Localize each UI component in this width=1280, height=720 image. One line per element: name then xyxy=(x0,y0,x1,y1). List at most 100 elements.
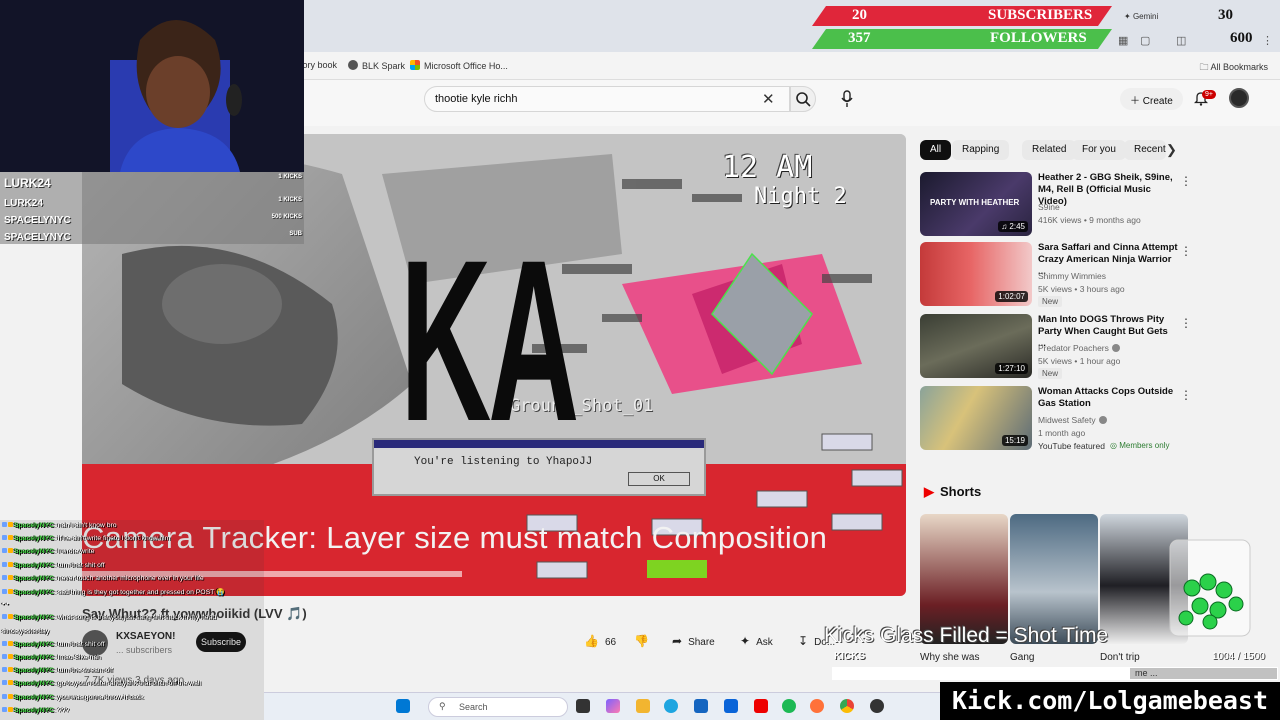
account-avatar[interactable] xyxy=(1229,88,1249,108)
chat-text: : ??? xyxy=(54,706,70,714)
video-time-overlay: 12 AM xyxy=(722,150,813,185)
video-thumbnail[interactable]: 15:19 xyxy=(920,386,1032,450)
kicks-goal-title: Kicks Glass Filled = Shot Time xyxy=(824,624,1109,647)
chat-badge-icon xyxy=(2,589,7,594)
webcam-frame xyxy=(0,0,304,172)
folder-icon: 🗀 xyxy=(1199,62,1209,72)
more-options-icon[interactable]: ⋮ xyxy=(1180,244,1192,258)
kicks-count: 1004 / 1500 xyxy=(1212,651,1265,662)
recommended-video[interactable]: 1:27:10 Man Into DOGS Throws Pity Party … xyxy=(920,314,1192,379)
chat-text: : turn that shit off xyxy=(54,640,105,648)
edge-icon[interactable] xyxy=(664,699,678,713)
chat-badge-icon xyxy=(2,667,7,673)
alert-name: LURK24 xyxy=(4,198,43,209)
more-options-icon[interactable]: ⋮ xyxy=(1180,388,1192,402)
kicks-extra: me ... xyxy=(1135,668,1158,678)
recommended-meta: 1 month ago xyxy=(1038,428,1086,438)
chat-badge-icon xyxy=(8,680,13,686)
chat-username: SpacelyNYC xyxy=(14,614,55,622)
search-button[interactable] xyxy=(790,86,816,112)
bookmark-item[interactable]: BLK Spark xyxy=(348,60,405,71)
copilot-icon[interactable] xyxy=(606,699,620,713)
microphone-icon[interactable] xyxy=(840,90,854,108)
kicks-label: KICKS xyxy=(834,651,866,662)
chat-badge-icon xyxy=(2,614,7,620)
video-thumbnail[interactable]: 1:02:07 xyxy=(920,242,1032,306)
task-view-icon[interactable] xyxy=(576,699,590,713)
search-icon: ⚲ xyxy=(439,701,446,711)
store-icon[interactable] xyxy=(694,699,708,713)
share-button[interactable]: ➦ Share xyxy=(672,634,715,652)
create-button[interactable]: ＋ Create xyxy=(1120,88,1183,110)
goal-target: 600 xyxy=(1230,30,1253,46)
dislike-button[interactable]: 👎 xyxy=(634,634,655,652)
bookmark-item[interactable]: tory book xyxy=(300,60,337,70)
recommended-channel[interactable]: Predator Poachers xyxy=(1038,343,1120,353)
short-title[interactable]: Why she was xyxy=(920,652,979,663)
chat-message: SpacelyNYC: go to your router and yank t… xyxy=(2,680,201,687)
sparkle-icon: ✦ xyxy=(740,634,751,648)
verified-icon xyxy=(1098,416,1107,424)
new-badge: New xyxy=(1038,368,1063,379)
chat-message: SpacelyNYC: you was gonna throw it back xyxy=(2,693,144,701)
members-only-badge: ◎ Members only xyxy=(1110,441,1170,450)
recommended-channel[interactable]: S9ine xyxy=(1038,202,1060,212)
chrome-icon[interactable] xyxy=(840,699,854,713)
chat-badge-icon xyxy=(8,693,13,699)
recommended-video[interactable]: PARTY WITH HEATHER ♫ 2:45 Heather 2 - GB… xyxy=(920,172,1192,236)
ask-button[interactable]: ✦ Ask xyxy=(740,634,773,652)
file-explorer-icon[interactable] xyxy=(636,699,650,713)
bookmark-item[interactable]: Microsoft Office Ho... xyxy=(410,60,508,71)
duration-badge: 1:02:07 xyxy=(995,291,1028,302)
chat-message: SpacelyNYC: if he ain't write fineto I d… xyxy=(2,535,170,542)
chat-message: SpacelyNYC: I wrote write xyxy=(2,548,94,555)
spotify-icon[interactable] xyxy=(782,699,796,713)
chip-related[interactable]: Related xyxy=(1022,140,1077,160)
chat-message: SpacelyNYC: never touch another micropho… xyxy=(2,574,204,582)
chat-badge-icon xyxy=(2,574,7,580)
chat-text: : never touch another microphone ever in… xyxy=(54,574,204,582)
download-icon: ↧ xyxy=(798,634,809,648)
search-input[interactable]: thootie kyle richh xyxy=(424,86,790,112)
chat-message: • • xyxy=(2,601,9,608)
recommended-channel[interactable]: Midwest Safety xyxy=(1038,415,1107,425)
more-options-icon[interactable]: ⋮ xyxy=(1180,174,1192,188)
obs-icon[interactable] xyxy=(870,699,884,713)
outlook-icon[interactable] xyxy=(724,699,738,713)
recommended-video[interactable]: 15:19 Woman Attacks Cops Outside Gas Sta… xyxy=(920,386,1192,451)
chip-for-you[interactable]: For you xyxy=(1072,140,1126,160)
short-title[interactable]: Don't trip xyxy=(1100,652,1140,663)
recommended-channel[interactable]: Shimmy Wimmies xyxy=(1038,271,1106,281)
more-options-icon[interactable]: ⋮ xyxy=(1180,316,1192,330)
chip-recent[interactable]: Recent xyxy=(1124,140,1166,160)
firefox-icon[interactable] xyxy=(810,699,824,713)
chip-rapping[interactable]: Rapping xyxy=(952,140,1010,160)
thumbs-down-icon: 👎 xyxy=(634,634,649,648)
recommended-meta: 5K views • 1 hour ago xyxy=(1038,356,1121,366)
recommended-video[interactable]: 1:02:07 Sara Saffari and Cinna Attempt C… xyxy=(920,242,1192,307)
goal-current: 357 xyxy=(848,30,871,46)
taskbar-search[interactable]: ⚲ Search xyxy=(428,697,568,717)
chat-badge-icon xyxy=(2,654,7,659)
all-bookmarks[interactable]: 🗀 All Bookmarks xyxy=(1199,60,1268,76)
follower-goal: 357 FOLLOWERS 600 xyxy=(812,29,1280,49)
recommended-title[interactable]: Woman Attacks Cops Outside Gas Station xyxy=(1038,386,1178,410)
youtube-icon[interactable] xyxy=(754,699,768,713)
chat-message: SpacelyNYC: what song is that you just s… xyxy=(2,614,216,621)
clover-glass-graphic xyxy=(1169,539,1251,637)
clear-search-icon[interactable]: ✕ xyxy=(762,90,775,108)
chip-all[interactable]: All xyxy=(920,140,952,160)
video-thumbnail[interactable]: PARTY WITH HEATHER ♫ 2:45 xyxy=(920,172,1032,236)
goal-current: 20 xyxy=(852,7,867,23)
chat-username: SpacelyNYC xyxy=(14,561,55,569)
chat-username: SpacelyNYC xyxy=(14,680,55,688)
like-button[interactable]: 👍 66 xyxy=(584,634,616,652)
chevron-right-icon[interactable]: ❯ xyxy=(1166,142,1177,158)
short-title[interactable]: Gang xyxy=(1010,652,1034,663)
chat-text: : lmao Sike nah xyxy=(54,654,101,661)
search-icon xyxy=(796,92,811,107)
video-thumbnail[interactable]: 1:27:10 xyxy=(920,314,1032,378)
windows-start-icon[interactable] xyxy=(396,699,410,713)
chat-username: SpacelyNYC xyxy=(14,693,55,701)
chat-username: SpacelyNYC xyxy=(14,548,55,556)
